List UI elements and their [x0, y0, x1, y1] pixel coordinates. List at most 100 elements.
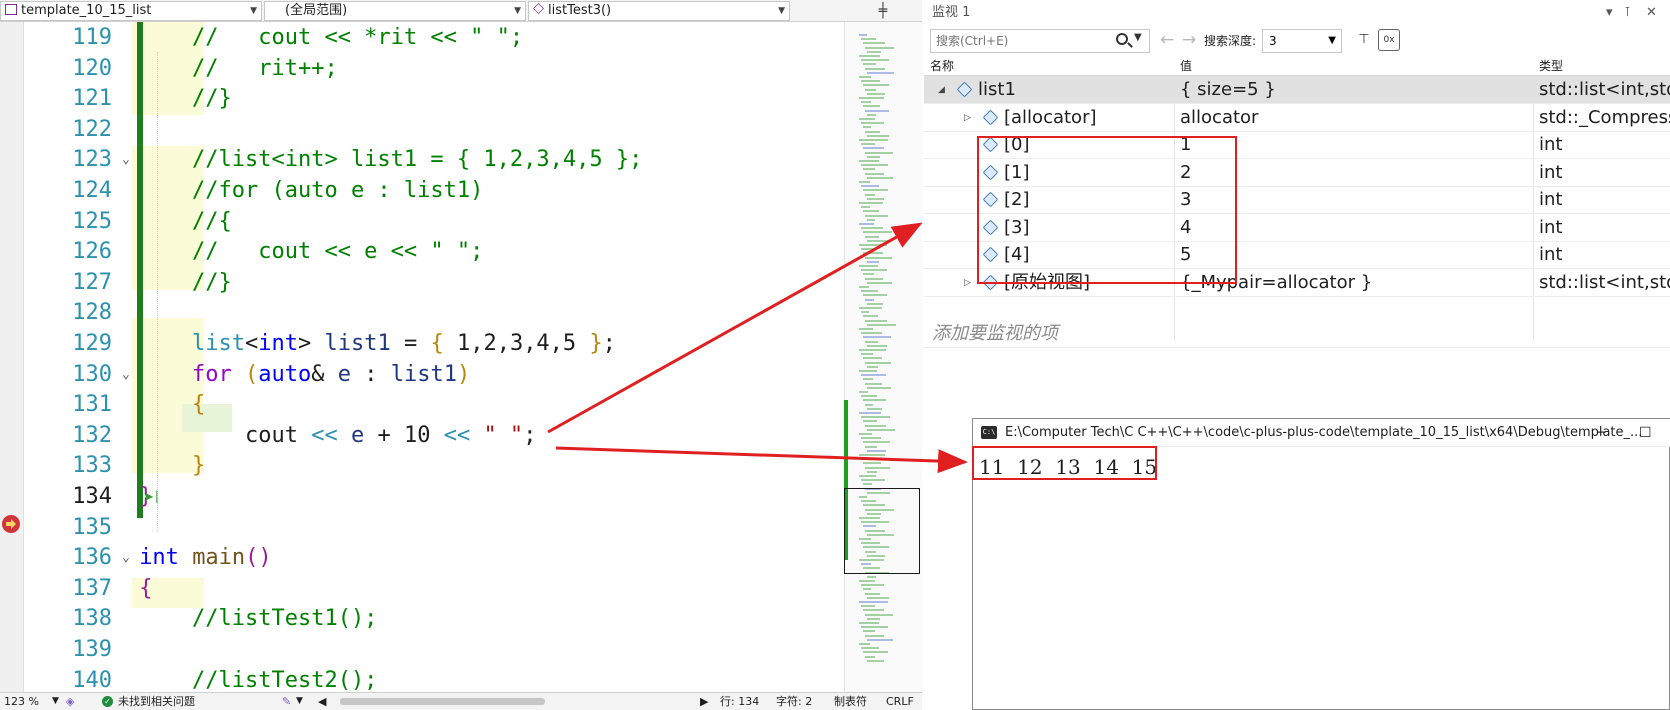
minimap-line — [867, 323, 896, 326]
minimap-line — [867, 470, 877, 473]
code-line[interactable]: 139 — [24, 634, 844, 665]
split-editor-icon[interactable]: ╪ — [872, 2, 894, 20]
code-token: int — [139, 545, 179, 571]
search-icon[interactable] — [1116, 33, 1128, 45]
zoom-level[interactable]: 123 % — [4, 693, 39, 710]
cursor-row[interactable]: 行: 134 — [720, 693, 759, 710]
code-token: = — [390, 331, 431, 356]
code-line[interactable]: 124 //for (auto e : list1) — [24, 175, 844, 206]
line-number: 120 — [72, 55, 112, 81]
hex-display-icon[interactable]: 0x — [1378, 29, 1400, 51]
code-line[interactable]: 135 — [24, 512, 844, 543]
expand-icon[interactable]: ▷ — [964, 104, 971, 132]
fold-chevron-icon[interactable]: ⌄ — [122, 144, 134, 175]
minimap-line — [865, 46, 894, 49]
code-line[interactable]: 125 //{ — [24, 206, 844, 237]
minimap-line — [861, 185, 879, 188]
code-editor[interactable]: template_10_15_list ▼ (全局范围) ▼ listTest3… — [0, 0, 922, 710]
minimap-line — [865, 193, 875, 196]
watch-item-value[interactable]: allocator — [1174, 104, 1258, 132]
search-depth-value: 3 — [1269, 34, 1277, 48]
code-line[interactable]: 128 — [24, 297, 844, 328]
add-watch-item[interactable]: 添加要监视的项 — [924, 320, 1670, 348]
watch-row[interactable]: ▷ [allocator] allocator std::_Compressed_pa… — [924, 104, 1670, 132]
arrow-left-icon[interactable]: ← — [1160, 30, 1174, 50]
code-line[interactable]: 120 // rit++; — [24, 53, 844, 84]
code-line[interactable]: 126 // cout << e << " "; — [24, 236, 844, 267]
code-line[interactable]: 132 cout << e + 10 << " "; — [24, 420, 844, 451]
code-text: // cout << e << " "; — [192, 236, 483, 267]
scroll-right-icon[interactable]: ▶ — [700, 693, 708, 710]
code-line[interactable]: 119 // cout << *rit << " "; — [24, 22, 844, 53]
collapse-icon[interactable]: ◢ — [938, 76, 945, 104]
issues-status[interactable]: 未找到相关问题 — [118, 693, 195, 710]
arrow-right-icon[interactable]: → — [1182, 30, 1196, 50]
code-line[interactable]: 137 { — [24, 573, 844, 604]
line-number: 119 — [72, 25, 112, 50]
code-token: ; — [523, 422, 537, 448]
code-line[interactable]: 134} ▶| — [24, 481, 844, 512]
minimap-line — [865, 298, 874, 301]
line-ending[interactable]: CRLF — [886, 693, 914, 710]
fold-chevron-icon[interactable]: ⌄ — [122, 542, 134, 573]
code-line[interactable]: 131 { — [24, 389, 844, 420]
chevron-down-icon[interactable]: ▼ — [52, 693, 59, 710]
minimap-scrollbar[interactable] — [844, 22, 922, 692]
minimap-line — [859, 34, 867, 36]
code-line[interactable]: 140 //listTest2(); — [24, 665, 844, 692]
scope-dropdown[interactable]: (全局范围) ▼ — [264, 1, 526, 21]
code-line[interactable]: 138 //listTest1(); — [24, 603, 844, 634]
code-text: //list<int> list1 = { 1,2,3,4,5 }; — [192, 144, 642, 175]
minimap-line — [867, 407, 882, 410]
minimap-line — [867, 134, 889, 137]
code-line[interactable]: 121 //} — [24, 83, 844, 114]
code-line[interactable]: 127 //} — [24, 267, 844, 298]
code-line[interactable]: 133} — [24, 450, 844, 481]
fold-chevron-icon[interactable]: ⌄ — [122, 359, 134, 390]
line-number: 132 — [72, 422, 112, 448]
code-text: cout << e + 10 << " "; — [192, 420, 536, 451]
code-cleanup-icon[interactable]: ✎ — [282, 693, 291, 710]
column-header-name[interactable]: 名称 — [924, 56, 954, 76]
chevron-down-icon[interactable]: ▼ — [1134, 32, 1142, 43]
watch-row[interactable]: ◢ list1 { size=5 } std::list<int,std::alloc… — [924, 76, 1670, 104]
code-area[interactable]: 119// cout << *rit << " "; 120// rit++; 12… — [24, 22, 844, 692]
minimap-line — [863, 630, 875, 633]
code-line[interactable]: 130 ⌄ for (auto& e : list1) — [24, 359, 844, 390]
code-line[interactable]: 123 ⌄ //list<int> list1 = { 1,2,3,4,5 }; — [24, 144, 844, 175]
column-header-type[interactable]: 类型 — [1533, 56, 1563, 76]
code-line[interactable]: 129 list<int> list1 = { 1,2,3,4,5 }; — [24, 328, 844, 359]
close-icon[interactable]: ✕ — [1646, 0, 1657, 26]
indicator-margin[interactable] — [0, 22, 24, 692]
chevron-down-icon[interactable]: ▼ — [296, 693, 303, 710]
intellicode-icon[interactable]: ◈ — [66, 693, 74, 710]
column-header-value[interactable]: 值 — [1174, 56, 1192, 76]
pin-icon[interactable]: ⊺ — [1624, 0, 1631, 26]
minimap-line — [859, 76, 871, 78]
dropdown-icon[interactable]: ▾ — [1606, 0, 1613, 26]
console-icon: C:\ — [981, 426, 997, 439]
run-to-cursor-icon[interactable]: ▶| — [146, 481, 160, 512]
maximize-icon[interactable]: ☐ — [1639, 419, 1652, 447]
minimap-line — [867, 113, 876, 116]
watch-item-type: int — [1539, 134, 1563, 155]
horizontal-scrollbar-thumb[interactable] — [340, 698, 545, 705]
watch-item-value[interactable]: { size=5 } — [1174, 76, 1276, 104]
code-token: : — [350, 361, 391, 387]
expand-icon[interactable]: ▷ — [964, 269, 971, 297]
cursor-column[interactable]: 字符: 2 — [776, 693, 812, 710]
file-dropdown[interactable]: template_10_15_list ▼ — [0, 1, 262, 21]
indent-mode[interactable]: 制表符 — [834, 693, 867, 710]
minimize-icon[interactable]: ─ — [1597, 419, 1605, 447]
function-dropdown[interactable]: listTest3() ▼ — [528, 1, 790, 21]
code-line[interactable]: 136 ⌄ int main() — [24, 542, 844, 573]
search-depth-select[interactable]: 3 ▼ — [1262, 29, 1342, 53]
watch-item-type: int — [1539, 189, 1563, 210]
minimap-viewport[interactable] — [844, 488, 920, 574]
code-line[interactable]: 122 — [24, 114, 844, 145]
pin-icon[interactable]: ⊤ — [1356, 32, 1372, 48]
minimap-line — [867, 365, 878, 368]
scroll-left-icon[interactable]: ◀ — [318, 693, 326, 710]
code-token: & — [311, 361, 338, 387]
line-number: 135 — [72, 514, 112, 540]
